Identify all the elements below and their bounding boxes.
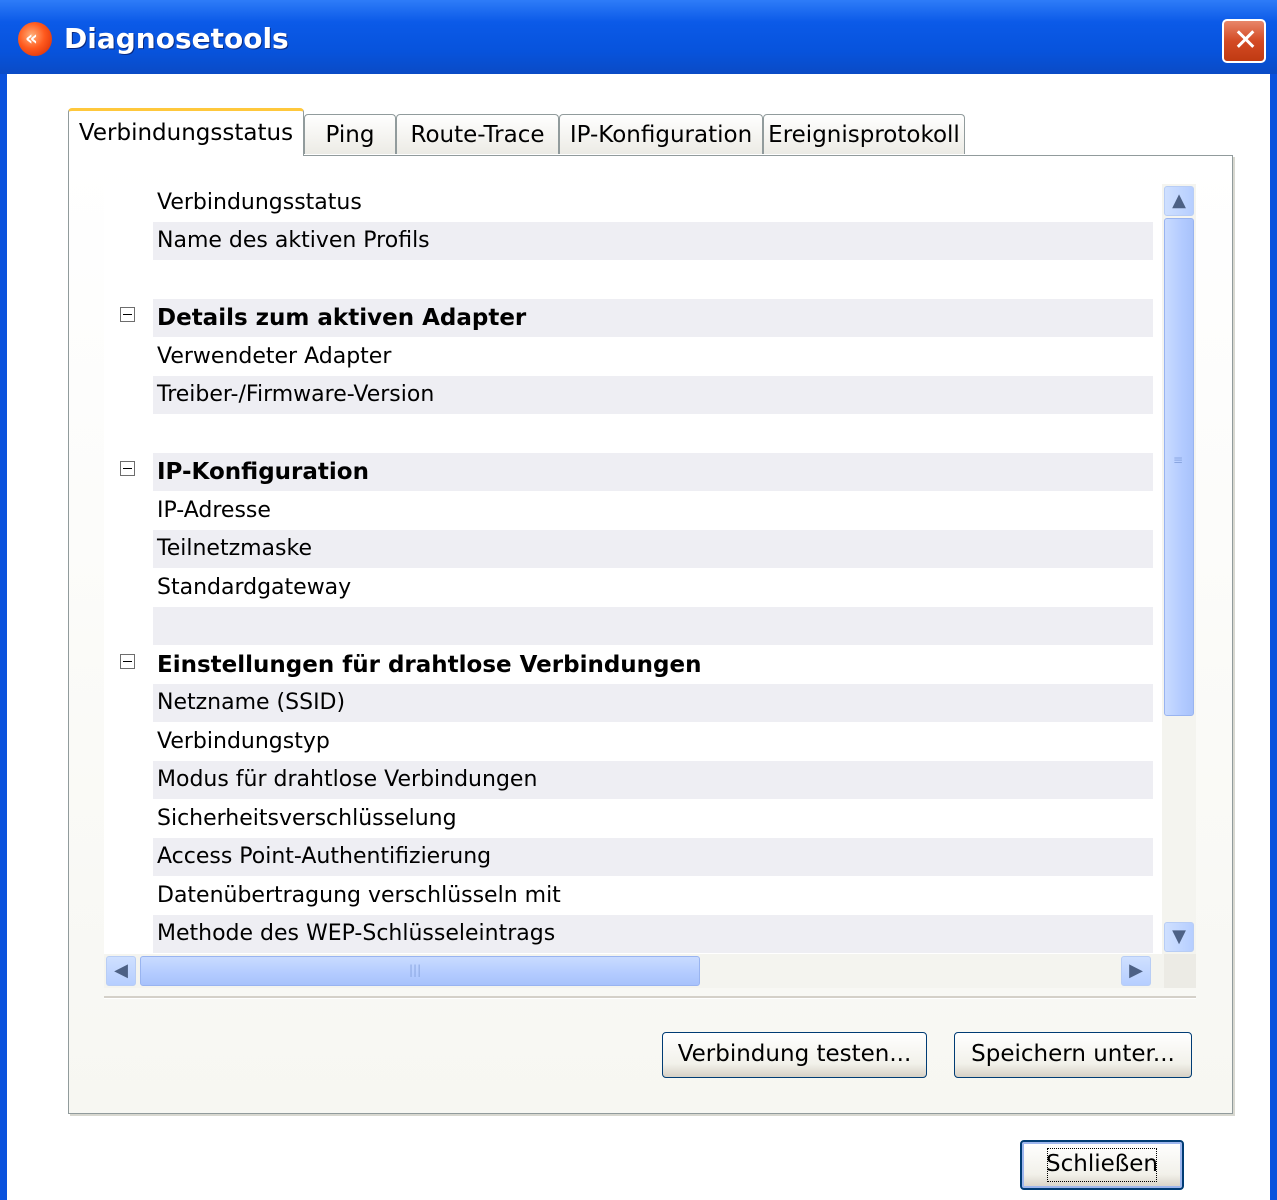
grip-icon: ≡: [1173, 453, 1184, 467]
divider: [104, 996, 1196, 999]
diagnose-window: « Diagnosetools ✕ Verbindungsstatus Ping…: [0, 0, 1277, 1200]
list-item[interactable]: Verbindungsstatus: [153, 184, 1153, 222]
scroll-down-button[interactable]: ▼: [1164, 922, 1194, 952]
tab-route-trace[interactable]: Route-Trace: [396, 114, 559, 154]
save-as-button[interactable]: Speichern unter...: [954, 1032, 1192, 1078]
window-title: Diagnosetools: [64, 22, 289, 55]
list-item[interactable]: Treiber-/Firmware-Version: [153, 376, 1153, 414]
client-area: Verbindungsstatus Ping Route-Trace IP-Ko…: [7, 74, 1270, 1200]
list-item[interactable]: IP-Adresse: [153, 492, 1153, 530]
grip-icon: |||: [409, 963, 422, 977]
list-item[interactable]: Verbindungstyp: [153, 723, 1153, 761]
list-item[interactable]: Datenübertragung verschlüsseln mit: [153, 877, 1153, 915]
tab-ereignisprotokoll[interactable]: Ereignisprotokoll: [763, 114, 965, 154]
tab-ping[interactable]: Ping: [304, 114, 396, 154]
group-header[interactable]: Details zum aktiven Adapter: [153, 299, 1153, 337]
collapse-icon[interactable]: [120, 307, 135, 322]
scroll-left-button[interactable]: ◀: [106, 956, 136, 986]
chevron-up-icon: ▲: [1172, 190, 1186, 211]
list-item[interactable]: Verwendeter Adapter: [153, 338, 1153, 376]
chevron-right-icon: ▶: [1129, 960, 1143, 981]
tab-ip-konfiguration[interactable]: IP-Konfiguration: [559, 114, 763, 154]
close-window-button[interactable]: ✕: [1222, 19, 1266, 63]
title-bar[interactable]: « Diagnosetools ✕: [0, 0, 1277, 74]
status-tree-list[interactable]: Verbindungsstatus Name des aktiven Profi…: [104, 184, 1196, 954]
list-item[interactable]: Sicherheitsverschlüsselung: [153, 800, 1153, 838]
collapse-icon[interactable]: [120, 461, 135, 476]
list-item: [153, 261, 1153, 299]
list-item[interactable]: Methode des WEP-Schlüsseleintrags: [153, 915, 1153, 953]
focus-ring: [1047, 1148, 1157, 1182]
app-icon: «: [18, 22, 52, 56]
chevron-down-icon: ▼: [1172, 926, 1186, 947]
list-item[interactable]: Teilnetzmaske: [153, 530, 1153, 568]
list-item[interactable]: Modus für drahtlose Verbindungen: [153, 761, 1153, 799]
chevron-left-icon: ◀: [114, 960, 128, 981]
horizontal-scrollbar[interactable]: ◀ ||| ▶: [104, 954, 1164, 988]
horizontal-scroll-thumb[interactable]: |||: [140, 956, 700, 986]
list-item[interactable]: Netzname (SSID): [153, 684, 1153, 722]
tab-verbindungsstatus[interactable]: Verbindungsstatus: [68, 108, 304, 156]
vertical-scrollbar[interactable]: ▲ ≡ ▼: [1162, 184, 1196, 954]
close-icon: ✕: [1233, 23, 1259, 58]
list-item[interactable]: Access Point-Authentifizierung: [153, 838, 1153, 876]
close-button[interactable]: Schließen: [1020, 1140, 1184, 1190]
scroll-up-button[interactable]: ▲: [1164, 186, 1194, 216]
list-item: [153, 415, 1153, 453]
group-header[interactable]: Einstellungen für drahtlose Verbindungen: [153, 646, 1153, 684]
group-header[interactable]: IP-Konfiguration: [153, 453, 1153, 491]
scroll-right-button[interactable]: ▶: [1121, 956, 1151, 986]
test-connection-button[interactable]: Verbindung testen...: [662, 1032, 927, 1078]
collapse-icon[interactable]: [120, 654, 135, 669]
scrollbar-corner: [1164, 954, 1196, 988]
vertical-scroll-thumb[interactable]: ≡: [1164, 218, 1194, 716]
list-item[interactable]: Standardgateway: [153, 569, 1153, 607]
list-item[interactable]: Name des aktiven Profils: [153, 222, 1153, 260]
list-item: [153, 607, 1153, 645]
